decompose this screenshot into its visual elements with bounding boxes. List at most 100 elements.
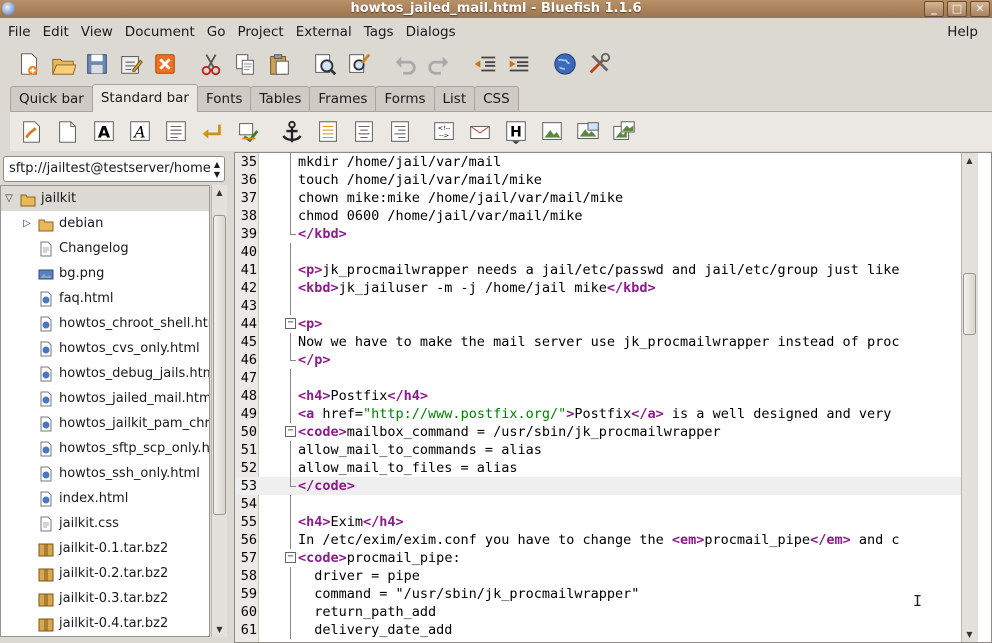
italic-tag-button[interactable]: A — [122, 114, 158, 150]
code-line[interactable]: 35 mkdir /home/jail/var/mail — [235, 153, 961, 171]
code-line[interactable]: 49 <a href="http://www.postfix.org/">Post… — [235, 405, 961, 423]
tab-quick-bar[interactable]: Quick bar — [10, 86, 93, 112]
tree-item-changelog[interactable]: Changelog — [1, 236, 209, 261]
close-file-button[interactable] — [148, 47, 182, 81]
code-line[interactable]: 48 <h4>Postfix</h4> — [235, 387, 961, 405]
bold-tag-button[interactable]: A — [86, 114, 122, 150]
code-line[interactable]: 43 — [235, 297, 961, 315]
tree-item-index-html[interactable]: index.html — [1, 486, 209, 511]
code-line[interactable]: 45 Now we have to make the mail server us… — [235, 333, 961, 351]
tree-item-howtos-cvs-only-html[interactable]: howtos_cvs_only.html — [1, 336, 209, 361]
fold-toggle-icon[interactable]: − — [285, 552, 296, 563]
open-file-button[interactable] — [46, 47, 80, 81]
code-line[interactable]: 54 — [235, 495, 961, 513]
tree-item-jailkit-0-2-tar-bz2[interactable]: jailkit-0.2.tar.bz2 — [1, 561, 209, 586]
menu-go[interactable]: Go — [201, 18, 232, 46]
nbsp-tag-button[interactable] — [230, 114, 266, 150]
code-line[interactable]: 61 delivery_date_add — [235, 621, 961, 639]
expander-open-icon[interactable]: ▽ — [2, 186, 16, 211]
tab-frames[interactable]: Frames — [309, 86, 377, 112]
scroll-thumb[interactable] — [963, 273, 976, 335]
image-tag-button[interactable] — [534, 114, 570, 150]
expander-closed-icon[interactable]: ▷ — [20, 211, 34, 236]
tree-item-howtos-jailed-mail-htm[interactable]: howtos_jailed_mail.htm — [1, 386, 209, 411]
tree-item-bg-png[interactable]: bg.png — [1, 261, 209, 286]
minimize-button[interactable]: _ — [924, 1, 944, 17]
paragraph-tag-button[interactable] — [158, 114, 194, 150]
preferences-button[interactable] — [582, 47, 616, 81]
code-line[interactable]: 50 − <code>mailbox_command = /usr/sbin/jk_… — [235, 423, 961, 441]
paste-button[interactable] — [262, 47, 296, 81]
code-line[interactable]: 57 − <code>procmail_pipe: — [235, 549, 961, 567]
code-view[interactable]: 35 mkdir /home/jail/var/mail 36 touch /home… — [235, 153, 961, 642]
fold-toggle-icon[interactable]: − — [285, 426, 296, 437]
tree-item-howtos-jailkit-pam-chro[interactable]: howtos_jailkit_pam_chro — [1, 411, 209, 436]
tab-css[interactable]: CSS — [474, 86, 519, 112]
code-line[interactable]: 36 touch /home/jail/var/mail/mike — [235, 171, 961, 189]
tree-item-jailkit-0-4-tar-bz2[interactable]: jailkit-0.4.tar.bz2 — [1, 611, 209, 636]
menu-view[interactable]: View — [75, 18, 119, 46]
menu-document[interactable]: Document — [119, 18, 201, 46]
tab-forms[interactable]: Forms — [375, 86, 435, 112]
code-line[interactable]: 44 − <p> — [235, 315, 961, 333]
scroll-up-icon[interactable]: ▲ — [962, 153, 977, 168]
tree-item-debian[interactable]: ▷ debian — [1, 211, 209, 236]
break-tag-button[interactable] — [194, 114, 230, 150]
maximize-button[interactable]: □ — [947, 1, 967, 17]
code-line[interactable]: 51 allow_mail_to_commands = alias — [235, 441, 961, 459]
tree-item-jailkit-0-1-tar-bz2[interactable]: jailkit-0.1.tar.bz2 — [1, 536, 209, 561]
preview-browser-button[interactable] — [548, 47, 582, 81]
indent-button[interactable] — [502, 47, 536, 81]
replace-button[interactable] — [342, 47, 376, 81]
editor-scrollbar[interactable]: ▲ ▼ — [961, 153, 978, 642]
find-button[interactable] — [308, 47, 342, 81]
fold-toggle-icon[interactable]: − — [285, 318, 296, 329]
tree-item-howtos-ssh-only-html[interactable]: howtos_ssh_only.html — [1, 461, 209, 486]
scroll-down-icon[interactable]: ▼ — [962, 627, 977, 642]
anchor-tag-button[interactable] — [274, 114, 310, 150]
menu-help[interactable]: Help — [941, 18, 984, 46]
code-line[interactable]: 41 <p>jk_procmailwrapper needs a jail/etc… — [235, 261, 961, 279]
code-line[interactable]: 37 chown mike:mike /home/jail/var/mail/mi… — [235, 189, 961, 207]
tree-item-howtos-debug-jails-htm[interactable]: howtos_debug_jails.htm — [1, 361, 209, 386]
body-tag-button[interactable] — [50, 114, 86, 150]
tab-fonts[interactable]: Fonts — [196, 86, 252, 112]
code-line[interactable]: 53 </code> — [235, 477, 961, 495]
code-line[interactable]: 46 </p> — [235, 351, 961, 369]
save-button[interactable] — [80, 47, 114, 81]
menu-project[interactable]: Project — [231, 18, 289, 46]
quickstart-tag-button[interactable] — [14, 114, 50, 150]
code-line[interactable]: 58 driver = pipe — [235, 567, 961, 585]
tab-tables[interactable]: Tables — [250, 86, 311, 112]
redo-button[interactable] — [422, 47, 456, 81]
tab-list[interactable]: List — [433, 86, 476, 112]
heading-tag-button[interactable]: H — [498, 114, 534, 150]
menu-dialogs[interactable]: Dialogs — [400, 18, 462, 46]
scroll-up-icon[interactable]: ▲ — [212, 185, 227, 200]
code-line[interactable]: 55 <h4>Exim</h4> — [235, 513, 961, 531]
code-line[interactable]: 60 return_path_add — [235, 603, 961, 621]
save-as-button[interactable] — [114, 47, 148, 81]
code-line[interactable]: 38 chmod 0600 /home/jail/var/mail/mike — [235, 207, 961, 225]
editor-pane[interactable]: 35 mkdir /home/jail/var/mail 36 touch /home… — [234, 152, 992, 643]
scroll-thumb[interactable] — [213, 215, 226, 515]
tree-item-jailkit[interactable]: ▽ jailkit — [1, 186, 209, 211]
scroll-down-icon[interactable]: ▼ — [212, 622, 227, 637]
code-line[interactable]: 42 <kbd>jk_jailuser -m -j /home/jail mike… — [235, 279, 961, 297]
code-line[interactable]: 52 allow_mail_to_files = alias — [235, 459, 961, 477]
tree-item-jailkit-css[interactable]: jailkit.css — [1, 511, 209, 536]
undo-button[interactable] — [388, 47, 422, 81]
tree-item-howtos-chroot-shell-htm[interactable]: howtos_chroot_shell.htm — [1, 311, 209, 336]
close-window-button[interactable]: ✕ — [970, 1, 990, 17]
code-line[interactable]: 47 — [235, 369, 961, 387]
comment-tag-button[interactable]: <!-- --> — [426, 114, 462, 150]
code-line[interactable]: 59 command = "/usr/sbin/jk_procmailwrapp… — [235, 585, 961, 603]
menu-external[interactable]: External — [290, 18, 358, 46]
code-line[interactable]: 39 </kbd> — [235, 225, 961, 243]
align-center-tag-button[interactable] — [346, 114, 382, 150]
tab-standard-bar[interactable]: Standard bar — [91, 84, 198, 112]
copy-button[interactable] — [228, 47, 262, 81]
anchor-tag-tag-button[interactable] — [310, 114, 346, 150]
email-tag-button[interactable] — [462, 114, 498, 150]
path-combo[interactable]: sftp://jailtest@testserver/home ▲ ▼ — [3, 156, 225, 182]
